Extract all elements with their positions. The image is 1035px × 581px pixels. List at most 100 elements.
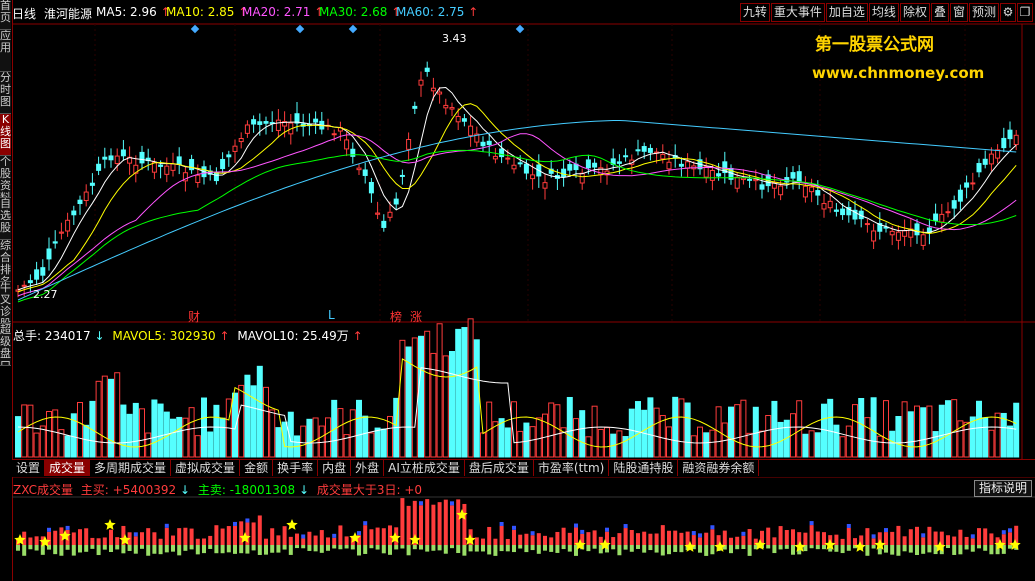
indicator-help-button[interactable]: 指标说明 — [973, 480, 1032, 497]
indicator-tab-9[interactable]: 盘后成交量 — [465, 460, 534, 476]
indicator-tab-2[interactable]: 多周期成交量 — [90, 460, 172, 476]
zxc-sell-bar — [202, 545, 206, 554]
candle-body — [635, 149, 641, 152]
indicator-tab-0[interactable]: 设置 — [12, 460, 46, 476]
zxc-sell-bar — [611, 545, 616, 550]
zxc-marker — [530, 531, 535, 536]
zxc-buy-bar — [890, 531, 895, 545]
overlay-button[interactable]: 叠 — [930, 3, 949, 22]
watermark-url: www.chnmoney.com — [812, 64, 985, 82]
zxc-buy-bar — [642, 531, 647, 545]
volume-bar — [374, 427, 381, 458]
volume-bar — [306, 418, 313, 458]
indicator-tab-3[interactable]: 虚拟成交量 — [171, 460, 241, 476]
candle-body — [480, 141, 486, 147]
volume-bar — [554, 404, 561, 458]
event-marker-rank[interactable]: 榜 — [390, 308, 402, 325]
volume-bar — [108, 378, 114, 458]
volume-bar — [796, 400, 803, 458]
moving-average-button[interactable]: 均线 — [868, 3, 899, 22]
zxc-buy-bar — [319, 530, 324, 545]
zxc-sell-bar — [530, 545, 535, 551]
candle-body — [815, 190, 821, 196]
zxc-big-volume: 成交量大于3日: +0 — [316, 483, 423, 497]
volume-bar — [895, 416, 902, 458]
zxc-buy-bar — [301, 538, 306, 545]
zxc-sell-bar — [679, 545, 684, 553]
volume-bar — [380, 428, 387, 458]
zxc-sell-bar — [958, 545, 963, 555]
major-events-button[interactable]: 重大事件 — [770, 3, 825, 22]
event-marker-l[interactable]: L — [328, 308, 335, 322]
volume-legend: 总手: 234017 ↓ MAVOL5: 302930 ↑ MAVOL10: 2… — [13, 327, 363, 344]
indicator-tab-10[interactable]: 市盈率(ttm) — [534, 460, 610, 476]
indicator-tab-6[interactable]: 内盘 — [318, 460, 352, 476]
volume-bar — [703, 432, 710, 458]
zxc-sell-bar — [747, 545, 752, 556]
zxc-sell-bar — [338, 545, 343, 550]
zxc-sell-bar — [171, 545, 175, 552]
candle-body — [387, 211, 393, 218]
zxc-sell-bar — [65, 545, 70, 550]
period-label[interactable]: 日线 — [12, 5, 36, 22]
indicator-tab-8[interactable]: AI立桩成交量 — [384, 460, 465, 476]
forecast-button[interactable]: 预测 — [968, 3, 999, 22]
candle-body — [139, 151, 145, 164]
zxc-sell-bar — [660, 545, 665, 556]
zxc-sell-bar — [406, 545, 411, 556]
indicator-tab-12[interactable]: 融资融券余额 — [678, 460, 760, 476]
ex-rights-button[interactable]: 除权 — [899, 3, 930, 22]
zxc-buy-bar — [400, 498, 405, 545]
zxc-buy-bar — [233, 525, 237, 545]
zxc-sell: 主卖: -18001308 — [197, 483, 296, 497]
add-watchlist-button[interactable]: 加自选 — [825, 3, 868, 22]
zxc-sell-bar — [908, 545, 913, 553]
volume-bar — [889, 430, 896, 458]
zxc-sell-bar — [16, 545, 20, 551]
event-marker-finance[interactable]: 财 — [188, 308, 200, 325]
zxc-buy-bar — [679, 532, 684, 545]
nine-turn-button[interactable]: 九转 — [739, 3, 770, 22]
volume-bar — [926, 405, 933, 458]
window-button[interactable]: 窗 — [949, 3, 968, 22]
indicator-tab-5[interactable]: 换手率 — [273, 460, 319, 476]
volume-bar — [95, 380, 102, 458]
zxc-buy-bar — [704, 532, 709, 545]
candle-body — [418, 79, 424, 86]
zxc-buy-bar — [307, 531, 312, 545]
candle-body — [120, 149, 126, 157]
candle-body — [976, 163, 982, 173]
zxc-sell-bar — [301, 545, 306, 549]
volume-bar — [852, 404, 858, 458]
candle-body — [220, 158, 226, 170]
indicator-tab-1[interactable]: 成交量 — [45, 460, 91, 476]
zxc-buy-bar — [524, 533, 529, 545]
zxc-buy-bar — [431, 504, 436, 545]
zxc-sell-bar — [884, 545, 888, 553]
settings-icon[interactable]: ⚙ — [1000, 3, 1016, 22]
indicator-tab-11[interactable]: 陆股通持股 — [609, 460, 679, 476]
zxc-sell-bar — [964, 545, 969, 550]
volume-bar — [672, 396, 679, 458]
indicator-tab-7[interactable]: 外盘 — [351, 460, 385, 476]
restore-icon[interactable]: ❐ — [1017, 3, 1033, 22]
volume-bar — [151, 399, 158, 458]
zxc-sell-bar — [474, 545, 479, 552]
indicator-tab-4[interactable]: 金额 — [240, 460, 274, 476]
zxc-sell-bar — [375, 545, 380, 550]
candle-body — [678, 163, 684, 167]
zxc-sell-bar — [245, 545, 250, 554]
volume-bar — [83, 424, 90, 458]
zxc-buy-bar — [964, 536, 969, 545]
event-diamond — [348, 24, 358, 34]
volume-bar — [845, 425, 852, 458]
event-marker-rise[interactable]: 涨 — [410, 308, 422, 325]
zxc-sell-bar — [270, 545, 275, 553]
zxc-buy-bar — [177, 528, 182, 545]
volume-bar — [362, 415, 369, 458]
volume-bar — [802, 433, 809, 458]
zxc-buy-bar — [970, 538, 975, 545]
zxc-sell-bar — [115, 545, 120, 550]
candle-body — [716, 173, 722, 177]
zxc-sell-bar — [189, 545, 194, 550]
